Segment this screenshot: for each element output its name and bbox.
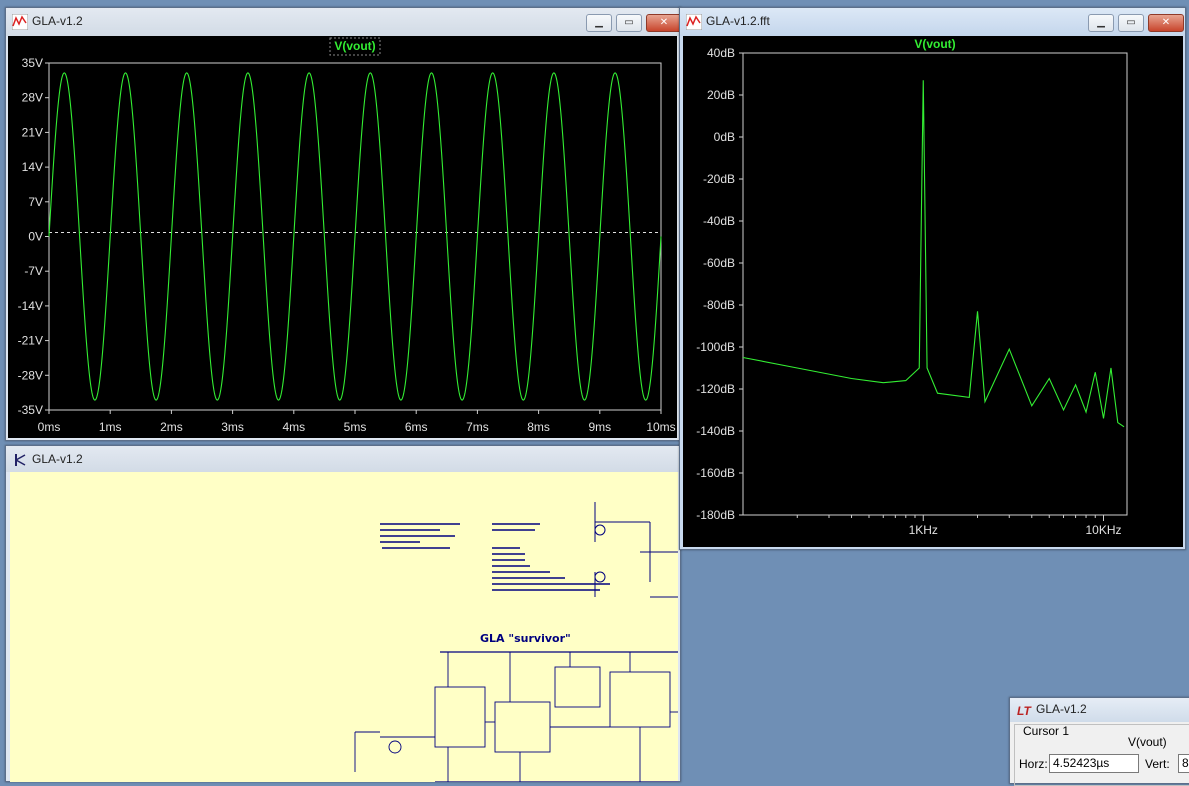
horz-value-field[interactable]: 4.52423µs (1049, 754, 1139, 773)
fft-y-tick-label: -40dB (703, 214, 735, 228)
cursor-trace-name: V(vout) (1128, 735, 1167, 749)
schematic-app-icon (15, 454, 26, 466)
amplifier-circuit (354, 652, 876, 782)
y-tick-label: -28V (18, 368, 43, 382)
spice-directives (380, 523, 610, 591)
schematic-canvas[interactable]: GLA "survivor" (10, 472, 890, 783)
y-tick-label: 35V (22, 56, 43, 70)
fft-y-tick-label: -120dB (696, 382, 735, 396)
cursor-dialog-title: GLA-v1.2 (1036, 702, 1087, 716)
waveform-plot-area[interactable]: 35V 28V 21V 14V 7V 0V -7V -14V -21V -28V -35V 0ms 1m… (8, 36, 677, 438)
cursor-dialog[interactable]: LT GLA-v1.2 Cursor 1 V(vout) Horz: 4.524… (1009, 697, 1189, 786)
svg-text:LT: LT (1017, 704, 1032, 718)
minimize-button[interactable]: ▁ (586, 14, 612, 32)
waveform-window[interactable]: GLA-v1.2 ▁ ▭ ✕ 35V 28V 21V 14V 7V 0V -7V -14V -2… (5, 7, 682, 441)
x-tick-label: 2ms (160, 420, 183, 434)
schematic-window[interactable]: GLA-v1.2 GLA "survivor" (5, 445, 890, 783)
fft-y-tick-label: -100dB (696, 340, 735, 354)
waveform-titlebar[interactable]: GLA-v1.2 ▁ ▭ ✕ (6, 8, 682, 36)
schematic-drawing: GLA "survivor" (354, 502, 890, 783)
cursor-group: Cursor 1 V(vout) Horz: 4.52423µs Vert: 8 (1014, 724, 1189, 786)
x-tick-label: 9ms (588, 420, 611, 434)
power-supply-section (594, 502, 691, 622)
fft-y-tick-label: 40dB (707, 46, 735, 60)
waveform-trace-label: V(vout) (334, 39, 375, 53)
vert-value-field[interactable]: 8 (1178, 754, 1189, 773)
fft-window-title: GLA-v1.2.fft (706, 14, 770, 28)
fft-chart: 40dB 20dB 0dB -20dB -40dB -60dB -80dB -100dB -12… (696, 37, 1128, 537)
x-tick-label: 10ms (646, 420, 675, 434)
vert-value: 8 (1182, 756, 1189, 770)
circuit-title: GLA "survivor" (480, 632, 571, 645)
x-tick-label: 4ms (282, 420, 305, 434)
y-tick-label: 0V (28, 230, 43, 244)
y-tick-label: 21V (22, 125, 43, 139)
fft-y-tick-label: -60dB (703, 256, 735, 270)
fft-y-tick-label: 20dB (707, 88, 735, 102)
x-tick-label: 6ms (405, 420, 428, 434)
x-tick-label: 8ms (527, 420, 550, 434)
ltspice-icon: LT (1017, 704, 1032, 718)
y-tick-label: -35V (18, 403, 43, 417)
fft-trace-label: V(vout) (914, 37, 955, 51)
x-tick-label: 3ms (221, 420, 244, 434)
horz-label: Horz: (1019, 757, 1048, 771)
fft-y-tick-label: -80dB (703, 298, 735, 312)
y-tick-label: -14V (18, 299, 43, 313)
y-tick-label: 7V (28, 195, 43, 209)
fft-app-icon (686, 14, 702, 30)
cursor-label: Cursor 1 (1023, 724, 1070, 738)
y-tick-label: 28V (22, 91, 43, 105)
fft-y-tick-label: -20dB (703, 172, 735, 186)
y-tick-label: -21V (18, 334, 43, 348)
horz-value: 4.52423µs (1053, 756, 1110, 770)
vert-label: Vert: (1145, 757, 1170, 771)
close-button[interactable]: ✕ (646, 14, 682, 32)
waveform-chart: 35V 28V 21V 14V 7V 0V -7V -14V -21V -28V -35V 0ms 1m… (18, 37, 676, 434)
waveform-trace-vout (48, 72, 662, 401)
schematic-window-title: GLA-v1.2 (32, 452, 83, 466)
schematic-titlebar[interactable]: GLA-v1.2 (6, 446, 680, 472)
fft-trace-vout (742, 80, 1125, 428)
fft-window[interactable]: GLA-v1.2.fft ▁ ▭ ✕ 40dB 20dB 0dB -20dB -40dB… (679, 7, 1186, 550)
x-tick-label: 1ms (99, 420, 122, 434)
fft-close-button[interactable]: ✕ (1148, 14, 1184, 32)
x-tick-label: 5ms (344, 420, 367, 434)
fft-maximize-button[interactable]: ▭ (1118, 14, 1144, 32)
x-tick-label: 7ms (466, 420, 489, 434)
fft-y-tick-label: -140dB (696, 424, 735, 438)
fft-plot-area[interactable]: 40dB 20dB 0dB -20dB -40dB -60dB -80dB -100dB -12… (683, 36, 1183, 547)
fft-minimize-button[interactable]: ▁ (1088, 14, 1114, 32)
waveform-app-icon (12, 14, 28, 30)
fft-y-tick-label: -180dB (696, 508, 735, 522)
fft-titlebar[interactable]: GLA-v1.2.fft ▁ ▭ ✕ (680, 8, 1185, 36)
waveform-window-title: GLA-v1.2 (32, 14, 83, 28)
fft-y-tick-label: -160dB (696, 466, 735, 480)
x-tick-label: 0ms (38, 420, 61, 434)
fft-y-tick-label: 0dB (714, 130, 735, 144)
maximize-button[interactable]: ▭ (616, 14, 642, 32)
cursor-dialog-titlebar[interactable]: LT GLA-v1.2 (1010, 698, 1189, 722)
y-tick-label: -7V (24, 264, 43, 278)
fft-x-tick-label: 10KHz (1085, 523, 1121, 537)
fft-plot-frame (742, 52, 1128, 516)
y-tick-label: 14V (22, 160, 43, 174)
fft-x-tick-label: 1KHz (909, 523, 938, 537)
